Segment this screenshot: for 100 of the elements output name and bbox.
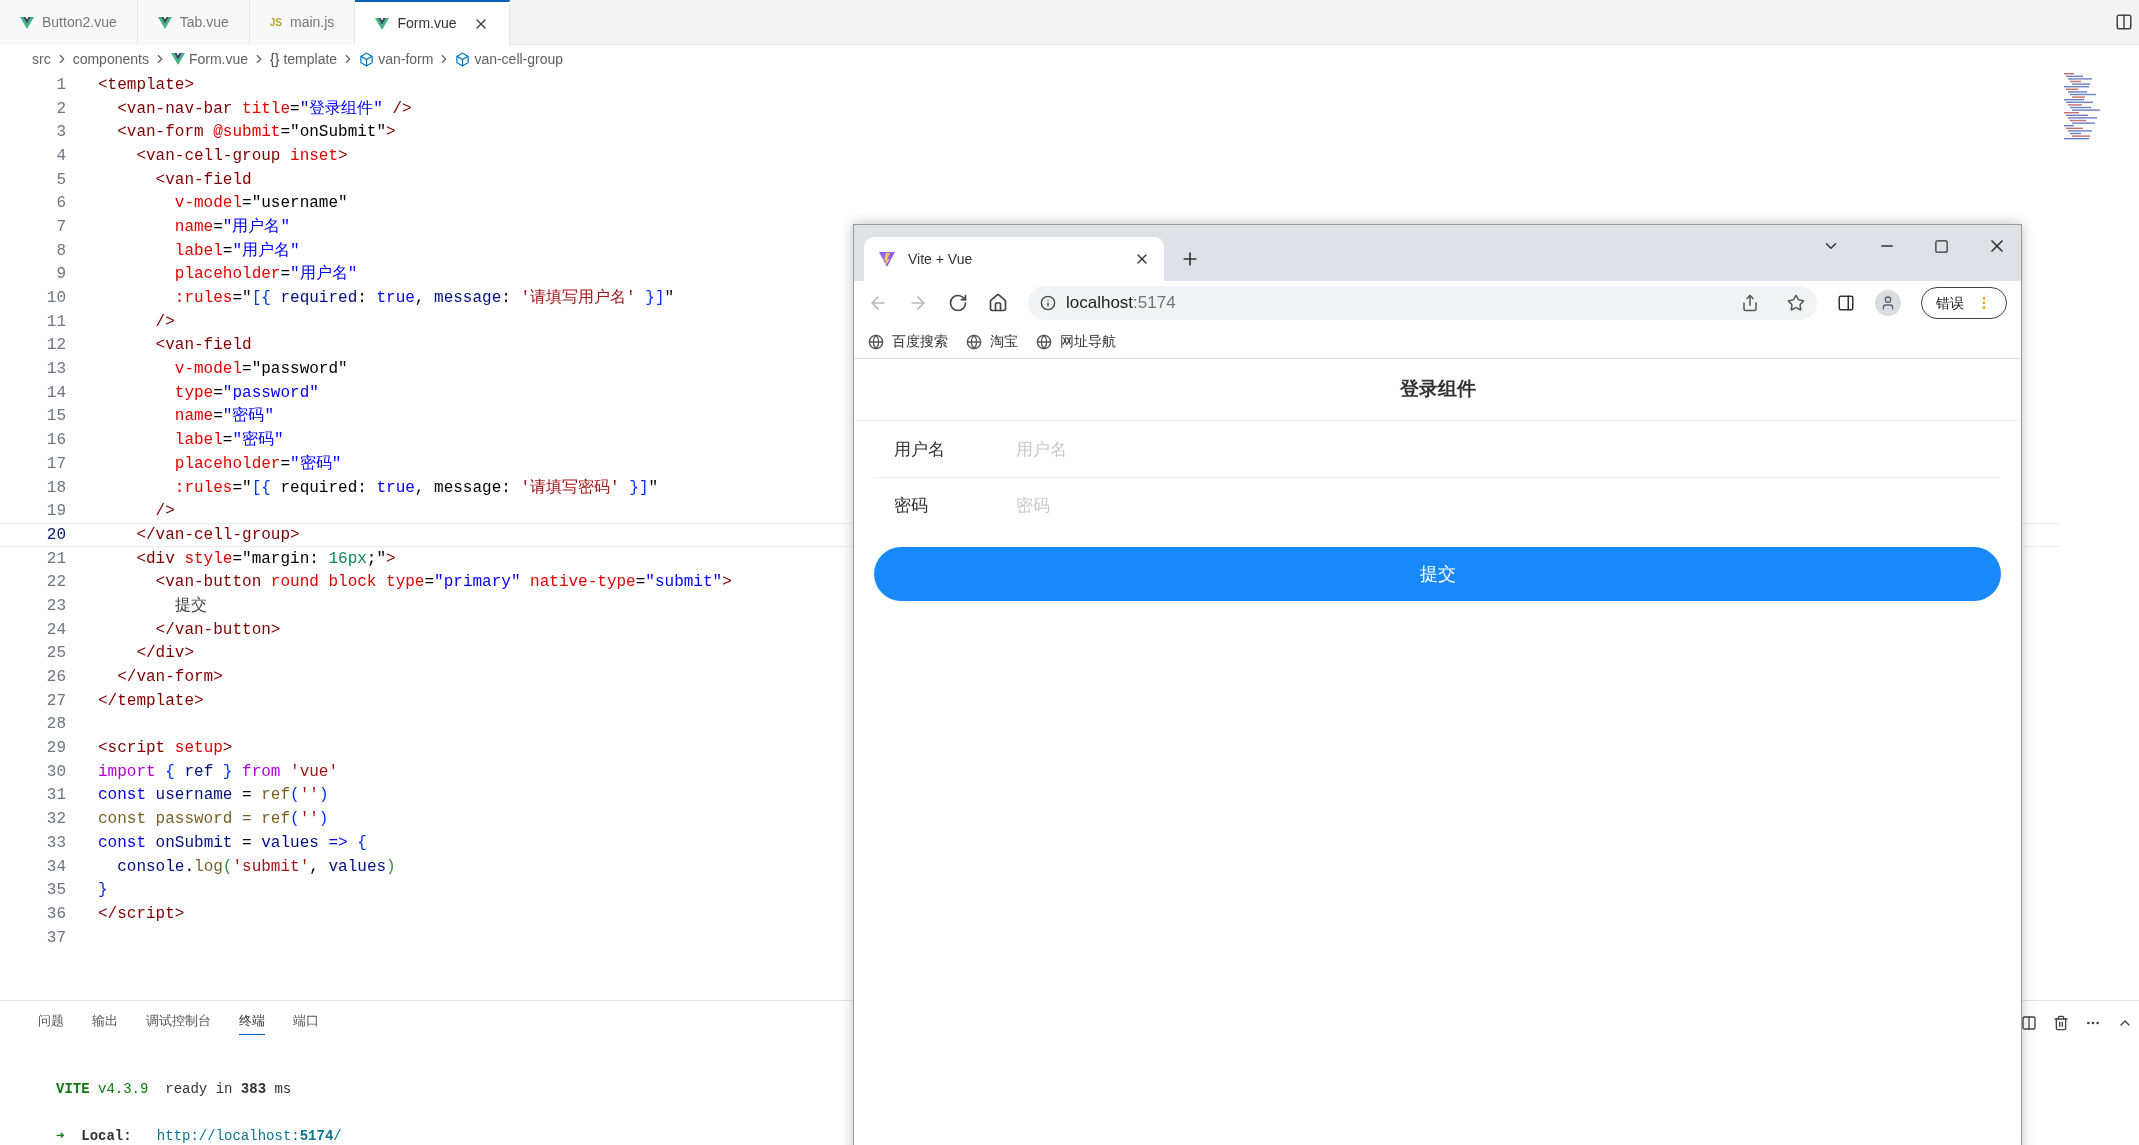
vue-icon bbox=[157, 16, 172, 29]
line-number: 8 bbox=[55, 240, 66, 262]
code-line: const onSubmit = values => { bbox=[98, 832, 367, 854]
vue-icon bbox=[20, 16, 34, 29]
line-number: 10 bbox=[45, 288, 66, 310]
breadcrumb-item[interactable]: src bbox=[32, 48, 51, 70]
bookmark[interactable]: 百度搜索 bbox=[892, 331, 948, 352]
code-line: const username = ref('') bbox=[98, 785, 329, 807]
code-line: <van-field bbox=[154, 169, 252, 191]
line-number: 31 bbox=[45, 785, 66, 807]
line-number: 27 bbox=[45, 690, 66, 712]
star-icon[interactable] bbox=[1787, 294, 1805, 312]
page-title: 登录组件 bbox=[1399, 377, 1476, 402]
line-number: 12 bbox=[45, 335, 66, 357]
field-label: 密码 bbox=[894, 494, 929, 517]
panel-tab[interactable]: 输出 bbox=[92, 1011, 118, 1035]
submit-button[interactable]: 提交 bbox=[874, 547, 2001, 601]
side-panel-icon[interactable] bbox=[1837, 294, 1855, 312]
line-number: 14 bbox=[45, 382, 66, 404]
line-number: 1 bbox=[55, 74, 66, 96]
panel-tab[interactable]: 端口 bbox=[293, 1011, 319, 1035]
trash-icon[interactable] bbox=[2053, 1015, 2069, 1031]
reload-icon[interactable] bbox=[948, 293, 968, 313]
breadcrumb-item[interactable]: van-form bbox=[378, 48, 434, 70]
line-number: 20 bbox=[45, 524, 66, 546]
panel-tab[interactable]: 问题 bbox=[38, 1011, 64, 1035]
code-line: placeholder="用户名" bbox=[173, 263, 358, 286]
js-file-icon: JS bbox=[269, 15, 282, 30]
braces-icon: {} bbox=[270, 48, 280, 70]
code-line: <van-nav-bar title="登录组件" /> bbox=[116, 98, 412, 120]
code-line: <van-button round block type="primary" native-type="submit"> bbox=[154, 572, 732, 594]
line-number: 4 bbox=[55, 145, 66, 167]
line-number: 37 bbox=[45, 927, 66, 949]
code-line: /> bbox=[154, 311, 175, 333]
line-number: 33 bbox=[45, 832, 66, 854]
editor-tab[interactable]: Form.vue bbox=[355, 0, 510, 45]
code-line: const password = ref('') bbox=[98, 809, 329, 831]
cube-icon bbox=[359, 51, 375, 67]
code-line: 提交 bbox=[173, 595, 207, 617]
vue-icon bbox=[375, 17, 390, 30]
code-line: </script> bbox=[98, 903, 185, 925]
line-number: 3 bbox=[55, 122, 66, 144]
split-editor-icon[interactable] bbox=[2115, 13, 2133, 31]
line-number: 18 bbox=[45, 477, 66, 499]
line-number: 25 bbox=[45, 643, 66, 665]
panel-tab[interactable]: 调试控制台 bbox=[146, 1011, 211, 1035]
code-line: name="密码" bbox=[173, 405, 275, 428]
code-line: type="password" bbox=[173, 382, 319, 404]
code-line: v-model="username" bbox=[173, 193, 348, 215]
code-line: /> bbox=[154, 501, 175, 523]
editor-tab[interactable]: JS main.js bbox=[249, 0, 356, 45]
terminal-line: VITE v4.3.9 ready in 383 ms bbox=[56, 1080, 293, 1099]
code-line: v-model="password" bbox=[173, 359, 348, 381]
globe-icon bbox=[868, 333, 884, 350]
line-number: 24 bbox=[45, 619, 66, 641]
line-number: 35 bbox=[45, 880, 66, 902]
line-number: 7 bbox=[55, 216, 66, 238]
code-line: label="用户名" bbox=[173, 240, 300, 262]
code-line: <van-field bbox=[154, 335, 252, 357]
code-line: name="用户名" bbox=[173, 216, 291, 238]
code-line: label="密码" bbox=[173, 429, 284, 452]
line-number: 28 bbox=[45, 714, 66, 736]
line-number: 26 bbox=[45, 667, 66, 689]
code-line: :rules="[{ required: true, message: '请填写密码' }]" bbox=[173, 477, 659, 499]
line-number: 15 bbox=[45, 406, 66, 428]
editor-tab[interactable]: Button2.vue bbox=[0, 0, 138, 45]
line-number: 19 bbox=[45, 501, 66, 523]
line-number: 34 bbox=[45, 856, 66, 878]
code-line: <div style="margin: 16px;"> bbox=[135, 548, 396, 570]
breadcrumb-item[interactable]: components bbox=[72, 48, 149, 70]
code-line: <van-cell-group inset> bbox=[135, 145, 348, 167]
line-number: 16 bbox=[45, 430, 66, 452]
line-number: 13 bbox=[45, 359, 66, 381]
editor-tab[interactable]: Tab.vue bbox=[137, 0, 250, 45]
browser-tab[interactable]: Vite + Vue bbox=[864, 237, 1164, 281]
minimap bbox=[2062, 73, 2102, 141]
code-line: :rules="[{ required: true, message: '请填写用户名' }]" bbox=[173, 287, 675, 310]
maximize-icon[interactable] bbox=[1934, 238, 1949, 254]
code-line: <van-form @submit="onSubmit"> bbox=[116, 122, 396, 144]
profile-avatar[interactable] bbox=[1875, 290, 1901, 316]
line-number: 30 bbox=[45, 761, 66, 783]
bookmark[interactable]: 网址导航 bbox=[1060, 331, 1116, 352]
breadcrumb-item[interactable]: template bbox=[283, 48, 338, 70]
code-line: import { ref } from 'vue' bbox=[98, 761, 339, 783]
breadcrumb-item[interactable]: van-cell-group bbox=[474, 48, 564, 70]
line-number: 29 bbox=[45, 738, 66, 760]
breadcrumb-item[interactable]: Form.vue bbox=[188, 48, 249, 70]
code-line: <template> bbox=[98, 74, 194, 96]
line-number: 32 bbox=[45, 809, 66, 831]
cube-icon bbox=[455, 51, 471, 67]
home-icon[interactable] bbox=[988, 293, 1008, 313]
panel-tab[interactable]: 终端 bbox=[239, 1010, 265, 1036]
line-number: 36 bbox=[45, 903, 66, 925]
info-icon[interactable] bbox=[1040, 295, 1056, 311]
share-icon[interactable] bbox=[1741, 294, 1759, 312]
bookmark[interactable]: 淘宝 bbox=[990, 331, 1018, 352]
split-terminal-icon[interactable] bbox=[2021, 1015, 2037, 1031]
address-bar[interactable]: localhost:5174 bbox=[1028, 286, 1817, 320]
lightning-logo-icon bbox=[878, 250, 896, 268]
line-number: 9 bbox=[55, 264, 66, 286]
